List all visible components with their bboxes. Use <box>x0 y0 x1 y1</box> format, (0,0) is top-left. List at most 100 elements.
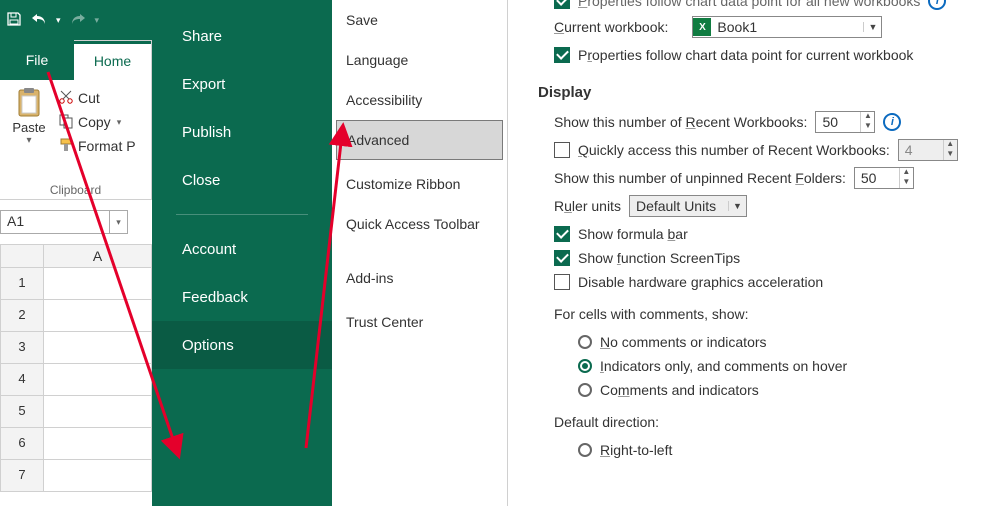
category-item-language[interactable]: Language <box>332 40 507 80</box>
category-item-quick-access-toolbar[interactable]: Quick Access Toolbar <box>332 204 507 244</box>
row-header[interactable]: 3 <box>0 332 44 364</box>
ribbon-tabs: File Home <box>0 40 152 80</box>
chevron-down-icon[interactable]: ▾ <box>4 135 54 146</box>
checkbox[interactable] <box>554 274 570 290</box>
cell[interactable] <box>44 460 152 492</box>
comments-opt-both: Comments and indicators <box>600 382 759 398</box>
cutoff-label: Properties follow chart data point for a… <box>578 0 920 9</box>
comments-opt-indicators: Indicators only, and comments on hover <box>600 358 847 374</box>
brush-icon <box>58 137 74 156</box>
cell[interactable] <box>44 332 152 364</box>
info-icon[interactable]: i <box>883 113 901 131</box>
backstage-item-publish[interactable]: Publish <box>152 108 332 156</box>
comments-heading: For cells with comments, show: <box>554 306 749 322</box>
spin-down-icon[interactable]: ▼ <box>900 178 913 188</box>
undo-icon[interactable] <box>30 11 48 30</box>
quick-access-spinner: 4 ▲▼ <box>898 139 958 161</box>
backstage-menu: ShareExportPublishClose AccountFeedbackO… <box>152 0 332 506</box>
row-header[interactable]: 4 <box>0 364 44 396</box>
backstage-item-share[interactable]: Share <box>152 12 332 60</box>
recent-workbooks-label: Show this number of Recent Workbooks: <box>554 114 807 130</box>
format-painter-label: Format P <box>78 138 136 154</box>
tab-home[interactable]: Home <box>74 40 152 80</box>
chevron-down-icon[interactable]: ▾ <box>117 117 122 128</box>
category-item-trust-center[interactable]: Trust Center <box>332 302 507 342</box>
radio-button[interactable] <box>578 359 592 373</box>
checkbox[interactable] <box>554 0 570 9</box>
disable-hw-label: Disable hardware graphics acceleration <box>578 274 823 290</box>
category-item-save[interactable]: Save <box>332 0 507 40</box>
row-header[interactable]: 6 <box>0 428 44 460</box>
current-workbook-dropdown[interactable]: X Book1 ▼ <box>692 16 882 38</box>
cut-label: Cut <box>78 90 100 106</box>
row-header[interactable]: 1 <box>0 268 44 300</box>
spin-down-icon[interactable]: ▼ <box>861 122 874 132</box>
copy-button[interactable]: Copy ▾ <box>58 110 152 134</box>
checkbox[interactable] <box>554 47 570 63</box>
ruler-units-dropdown[interactable]: Default Units ▼ <box>629 195 747 217</box>
row-header[interactable]: 7 <box>0 460 44 492</box>
category-item-add-ins[interactable]: Add-ins <box>332 258 507 298</box>
copy-icon <box>58 113 74 132</box>
redo-dropdown-icon[interactable]: ▾ <box>95 15 100 26</box>
format-painter-button[interactable]: Format P <box>58 134 152 158</box>
name-box-dropdown[interactable]: ▾ <box>110 210 128 234</box>
paste-label: Paste <box>4 120 54 135</box>
backstage-item-export[interactable]: Export <box>152 60 332 108</box>
checkbox[interactable] <box>554 226 570 242</box>
cut-button[interactable]: Cut <box>58 86 152 110</box>
select-all-corner[interactable] <box>0 244 44 268</box>
clipboard-group: Paste ▾ Cut Copy ▾ Format P Clipboard <box>0 80 152 200</box>
copy-label: Copy <box>78 114 111 130</box>
radio-button[interactable] <box>578 383 592 397</box>
show-screentips-label: Show function ScreenTips <box>578 250 740 266</box>
backstage-item-account[interactable]: Account <box>152 225 332 273</box>
scissors-icon <box>58 89 74 108</box>
divider <box>176 214 308 215</box>
radio-button[interactable] <box>578 443 592 457</box>
options-details-pane: Properties follow chart data point for a… <box>508 0 1003 506</box>
undo-dropdown-icon[interactable]: ▾ <box>56 15 61 26</box>
cell[interactable] <box>44 396 152 428</box>
row-header[interactable]: 5 <box>0 396 44 428</box>
chevron-down-icon: ▼ <box>863 22 881 32</box>
cell[interactable] <box>44 428 152 460</box>
prop-follow-current-label: Properties follow chart data point for c… <box>578 47 913 63</box>
recent-folders-spinner[interactable]: 50 ▲▼ <box>854 167 914 189</box>
current-workbook-label: Current workbook: <box>554 19 668 35</box>
recent-folders-label: Show this number of unpinned Recent Fold… <box>554 170 846 186</box>
cell[interactable] <box>44 268 152 300</box>
checkbox[interactable] <box>554 250 570 266</box>
save-icon[interactable] <box>6 11 22 30</box>
redo-icon[interactable] <box>69 11 87 30</box>
radio-button[interactable] <box>578 335 592 349</box>
quick-access-toolbar: ▾ ▾ <box>0 0 152 40</box>
category-item-customize-ribbon[interactable]: Customize Ribbon <box>332 164 507 204</box>
name-box[interactable]: A1 <box>0 210 110 234</box>
ribbon-strip: ▾ ▾ File Home Paste ▾ Cut Copy ▾ <box>0 0 152 506</box>
clipboard-group-label: Clipboard <box>0 183 151 197</box>
direction-rtl: Right-to-left <box>600 442 672 458</box>
backstage-item-options[interactable]: Options <box>152 321 332 369</box>
column-header[interactable]: A <box>44 244 152 268</box>
row-header[interactable]: 2 <box>0 300 44 332</box>
recent-workbooks-spinner[interactable]: 50 ▲▼ <box>815 111 875 133</box>
category-item-accessibility[interactable]: Accessibility <box>332 80 507 120</box>
paste-icon <box>13 86 45 118</box>
quick-access-label: Quickly access this number of Recent Wor… <box>578 142 890 158</box>
tab-file[interactable]: File <box>0 40 74 80</box>
excel-icon: X <box>693 18 711 36</box>
backstage-item-feedback[interactable]: Feedback <box>152 273 332 321</box>
options-category-pane: SaveLanguageAccessibilityAdvancedCustomi… <box>332 0 508 506</box>
cell[interactable] <box>44 300 152 332</box>
chevron-down-icon: ▼ <box>728 201 746 211</box>
category-item-advanced[interactable]: Advanced <box>336 120 503 160</box>
paste-button[interactable]: Paste ▾ <box>4 86 54 166</box>
comments-opt-none: No comments or indicators <box>600 334 767 350</box>
show-formula-bar-label: Show formula bar <box>578 226 688 242</box>
cell[interactable] <box>44 364 152 396</box>
backstage-item-close[interactable]: Close <box>152 156 332 204</box>
info-icon[interactable]: i <box>928 0 946 10</box>
direction-heading: Default direction: <box>554 414 659 430</box>
checkbox[interactable] <box>554 142 570 158</box>
